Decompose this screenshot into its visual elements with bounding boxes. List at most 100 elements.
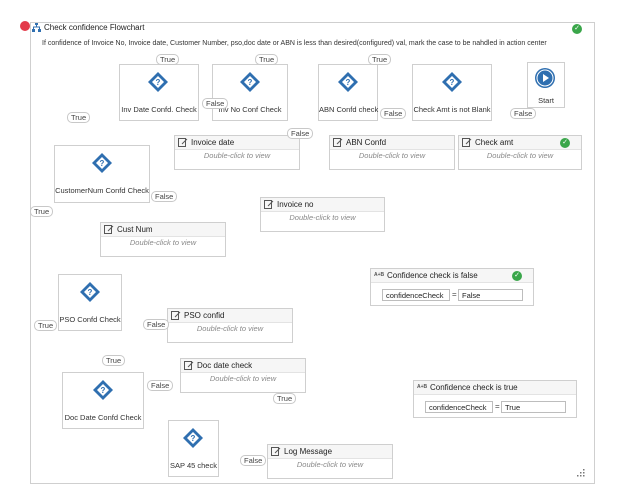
activity-title: Confidence check is false (387, 271, 478, 280)
decision-inv-date[interactable]: ? Inv Date Confd. Check (119, 64, 199, 121)
true-label: True (273, 393, 297, 404)
decision-inv-no[interactable]: ? Inv No Conf Check (212, 64, 288, 121)
activity-pso-confid[interactable]: PSO confid Double-click to view (167, 308, 293, 343)
activity-title: Invoice date (191, 138, 235, 147)
false-label: False (143, 319, 170, 330)
flowchart-annotation: If confidence of Invoice No, Invoice dat… (42, 40, 547, 47)
decision-icon: ? (182, 427, 204, 451)
activity-check-amt[interactable]: Check amt ✓ Double-click to view (458, 135, 582, 170)
assign-equals: = (452, 290, 457, 299)
activity-abn-confd[interactable]: ABN Confd Double-click to view (329, 135, 455, 170)
activity-hint: Double-click to view (209, 374, 277, 383)
svg-text:?: ? (191, 434, 196, 443)
assign-variable-field[interactable]: confidenceCheck (425, 401, 493, 413)
decision-icon: ? (92, 379, 114, 403)
decision-label: Inv Date Confd. Check (121, 105, 197, 114)
decision-icon: ? (147, 71, 169, 95)
decision-pso[interactable]: ? PSO Confd Check (58, 274, 122, 331)
svg-text:?: ? (101, 386, 106, 395)
activity-title: Confidence check is true (430, 383, 518, 392)
svg-text:?: ? (156, 78, 161, 87)
activity-cust-num[interactable]: Cust Num Double-click to view (100, 222, 226, 257)
decision-label: SAP 45 check (170, 461, 217, 470)
assign-equals: = (495, 402, 500, 411)
true-label: True (67, 112, 91, 123)
pen-icon (333, 138, 343, 147)
resize-grip-icon[interactable] (577, 469, 585, 477)
decision-icon: ? (239, 71, 261, 95)
activity-title: Log Message (284, 447, 333, 456)
decision-check-amt[interactable]: ? Check Amt is not Blank (412, 64, 492, 121)
activity-title: PSO confid (184, 311, 225, 320)
svg-text:?: ? (100, 159, 105, 168)
activity-hint: Double-click to view (358, 151, 426, 160)
decision-label: CustomerNum Confd Check (55, 186, 149, 195)
activity-hint: Double-click to view (486, 151, 554, 160)
activity-title: Cust Num (117, 225, 153, 234)
assign-icon: A+B (417, 384, 428, 390)
svg-text:?: ? (346, 78, 351, 87)
assign-confidence-true[interactable]: A+B Confidence check is true confidenceC… (413, 380, 577, 418)
true-label: True (255, 54, 279, 65)
pen-icon (178, 138, 188, 147)
svg-text:?: ? (88, 288, 93, 297)
valid-check-icon: ✓ (572, 24, 582, 34)
pen-icon (171, 311, 181, 320)
play-icon (535, 68, 555, 88)
svg-text:?: ? (248, 78, 253, 87)
assign-variable-field[interactable]: confidenceCheck (382, 289, 450, 301)
activity-invoice-no[interactable]: Invoice no Double-click to view (260, 197, 385, 232)
activity-title: Doc date check (197, 361, 253, 370)
false-label: False (510, 108, 537, 119)
activity-hint: Double-click to view (129, 238, 197, 247)
activity-doc-date-check[interactable]: Doc date check Double-click to view (180, 358, 306, 393)
flowchart-title: Check confidence Flowchart (44, 23, 145, 32)
decision-sap45[interactable]: ? SAP 45 check (168, 420, 219, 477)
decision-label: Doc Date Confd Check (64, 413, 142, 422)
activity-hint: Double-click to view (203, 151, 271, 160)
activity-title: Check amt (475, 138, 514, 147)
true-label: True (34, 320, 58, 331)
false-label: False (240, 455, 267, 466)
true-label: True (368, 54, 392, 65)
start-label: Start (538, 96, 554, 105)
decision-icon: ? (91, 152, 113, 176)
activity-hint: Double-click to view (196, 324, 264, 333)
error-marker (20, 21, 30, 31)
pen-icon (271, 447, 281, 456)
valid-check-icon: ✓ (512, 271, 522, 281)
pen-icon (184, 361, 194, 370)
true-label: True (156, 54, 180, 65)
false-label: False (380, 108, 407, 119)
decision-doc-date[interactable]: ? Doc Date Confd Check (62, 372, 144, 429)
pen-icon (104, 225, 114, 234)
false-label: False (151, 191, 178, 202)
valid-check-icon: ✓ (560, 138, 570, 148)
activity-invoice-date[interactable]: Invoice date Double-click to view (174, 135, 300, 170)
false-label: False (202, 98, 229, 109)
start-node[interactable]: Start (527, 62, 565, 108)
activity-hint: Double-click to view (296, 460, 364, 469)
pen-icon (462, 138, 472, 147)
flowchart-icon (32, 23, 41, 32)
decision-icon: ? (79, 281, 101, 305)
activity-log-message[interactable]: Log Message Double-click to view (267, 444, 393, 479)
activity-hint: Double-click to view (289, 213, 356, 222)
decision-icon: ? (441, 71, 463, 95)
pen-icon (264, 200, 274, 209)
true-label: True (102, 355, 126, 366)
assign-value-field[interactable]: False (458, 289, 523, 301)
assign-icon: A+B (374, 272, 385, 278)
false-label: False (147, 380, 174, 391)
decision-label: ABN Confd check (319, 105, 379, 114)
assign-confidence-false[interactable]: A+B Confidence check is false ✓ confiden… (370, 268, 534, 306)
decision-label: Check Amt is not Blank (413, 105, 491, 114)
decision-icon: ? (337, 71, 359, 95)
decision-abn[interactable]: ? ABN Confd check (318, 64, 378, 121)
decision-customer-num[interactable]: ? CustomerNum Confd Check (54, 145, 150, 203)
activity-title: Invoice no (277, 200, 314, 209)
activity-title: ABN Confd (346, 138, 387, 147)
assign-value-field[interactable]: True (501, 401, 566, 413)
true-label: True (30, 206, 54, 217)
decision-label: PSO Confd Check (59, 315, 121, 324)
